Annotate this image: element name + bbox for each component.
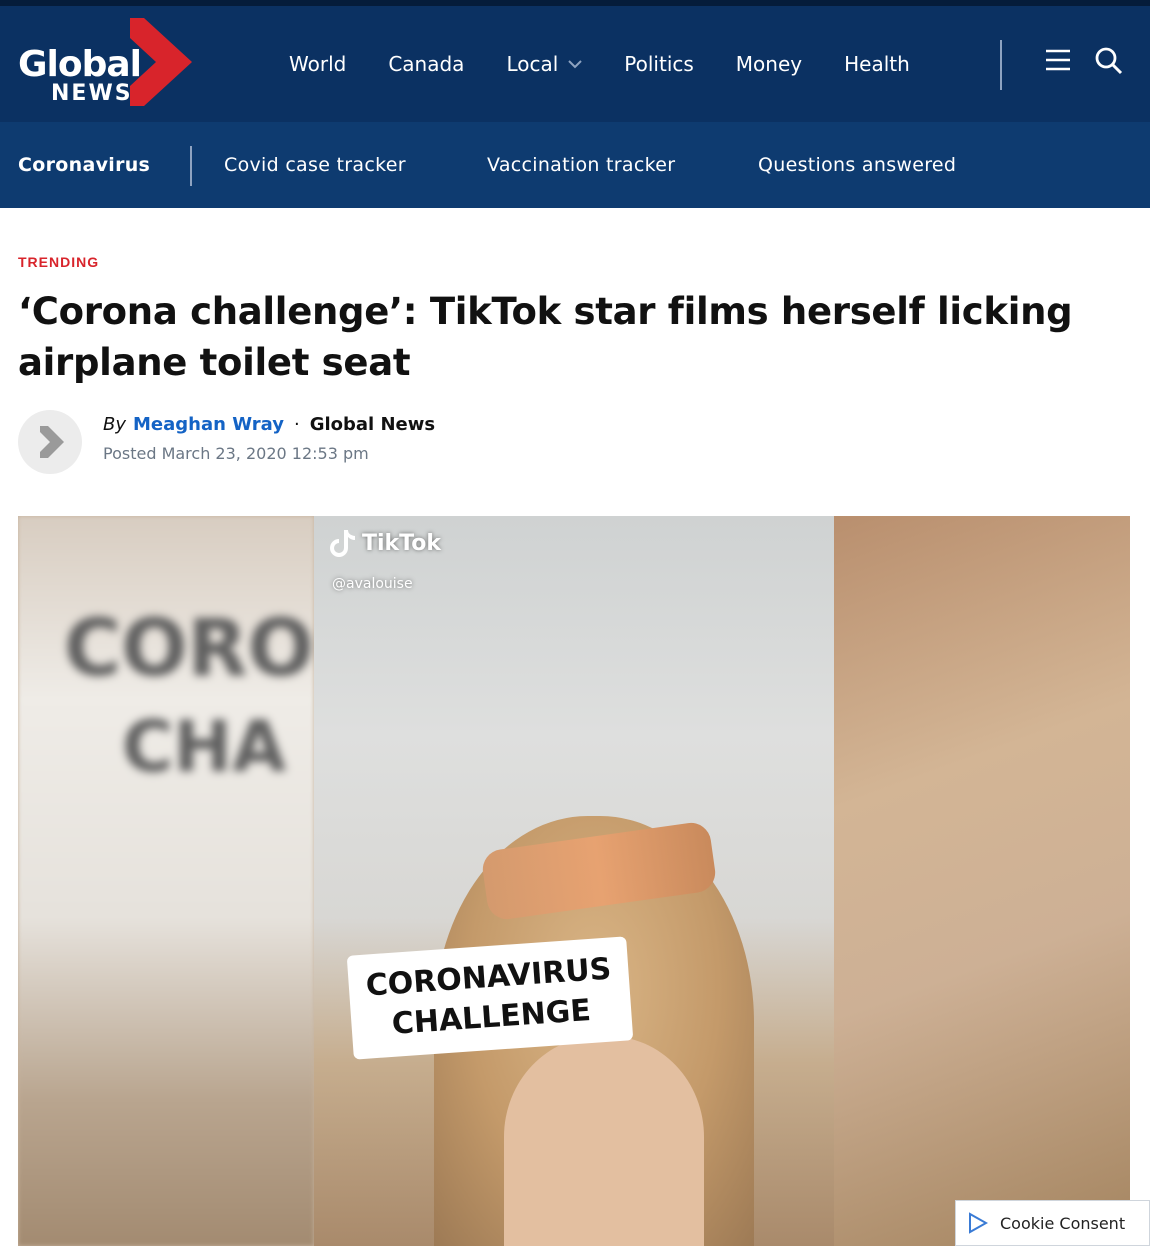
nav-item-label: Canada [388, 52, 465, 76]
nav-item-health[interactable]: Health [823, 52, 931, 76]
subnav-divider [190, 146, 192, 186]
nav-item-label: World [289, 52, 347, 76]
menu-button[interactable] [1042, 46, 1074, 76]
main-nav: World Canada Local Politics Money Health [268, 40, 931, 88]
chevron-down-icon [568, 59, 582, 68]
global-news-logo[interactable]: Global NEWS [18, 18, 192, 108]
coronavirus-subnav: Coronavirus Covid case tracker Vaccinati… [0, 122, 1150, 208]
cookie-consent-label: Cookie Consent [1000, 1213, 1126, 1233]
nav-item-label: Money [735, 52, 803, 76]
cookie-consent-button[interactable]: Cookie Consent [955, 1200, 1150, 1246]
posted-date: Posted March 23, 2020 12:53 pm [103, 444, 369, 463]
author-link[interactable]: Meaghan Wray [133, 414, 284, 435]
play-triangle-icon [969, 1212, 988, 1234]
chevron-right-icon [40, 426, 64, 458]
nav-item-politics[interactable]: Politics [603, 52, 715, 76]
outlet-name: Global News [309, 414, 436, 435]
nav-divider [1000, 40, 1002, 90]
hero-right-blurred-panel [834, 516, 1130, 1246]
tiktok-note-icon [330, 530, 355, 557]
person-face [504, 1036, 704, 1246]
subnav-title[interactable]: Coronavirus [18, 122, 150, 208]
search-icon [1095, 47, 1123, 75]
trending-kicker[interactable]: TRENDING [18, 254, 99, 270]
challenge-caption: CORONAVIRUS CHALLENGE [346, 936, 634, 1060]
tiktok-label: TikTok [362, 530, 442, 556]
hero-left-blurred-panel: CORO CHA [18, 516, 314, 1246]
nav-item-canada[interactable]: Canada [367, 52, 485, 76]
blurred-overlay-text: CHA [122, 706, 287, 788]
nav-item-label: Politics [624, 52, 694, 76]
author-avatar[interactable] [18, 410, 82, 474]
search-button[interactable] [1094, 46, 1124, 76]
chevron-logo-icon [130, 18, 192, 106]
nav-item-label: Health [844, 52, 910, 76]
byline-separator: · [293, 414, 300, 435]
hero-image: CORO CHA TikTok @avalouise CORONAVIRUS C… [18, 516, 1130, 1246]
logo-wordmark: Global [18, 44, 142, 85]
hamburger-menu-icon [1046, 49, 1070, 71]
tiktok-video-frame: TikTok @avalouise CORONAVIRUS CHALLENGE [314, 516, 834, 1246]
logo-subtitle: NEWS [51, 81, 133, 106]
blurred-overlay-text: CORO [64, 604, 314, 694]
nav-item-money[interactable]: Money [715, 52, 823, 76]
subnav-item-case-tracker[interactable]: Covid case tracker [224, 122, 406, 208]
byline: By Meaghan Wray · Global News [103, 414, 435, 435]
tiktok-username: @avalouise [332, 576, 413, 592]
tiktok-watermark: TikTok [330, 528, 441, 558]
nav-item-world[interactable]: World [268, 52, 367, 76]
subnav-item-vaccination-tracker[interactable]: Vaccination tracker [487, 122, 675, 208]
nav-item-local[interactable]: Local [485, 52, 603, 76]
nav-item-label: Local [506, 52, 559, 76]
top-edge-strip [0, 0, 1150, 6]
top-navigation-bar: Global NEWS World Canada Local Politics … [0, 0, 1150, 122]
article-headline: ‘Corona challenge’: TikTok star films he… [18, 290, 1073, 384]
subnav-item-questions[interactable]: Questions answered [758, 122, 956, 208]
byline-prefix: By [103, 414, 127, 435]
